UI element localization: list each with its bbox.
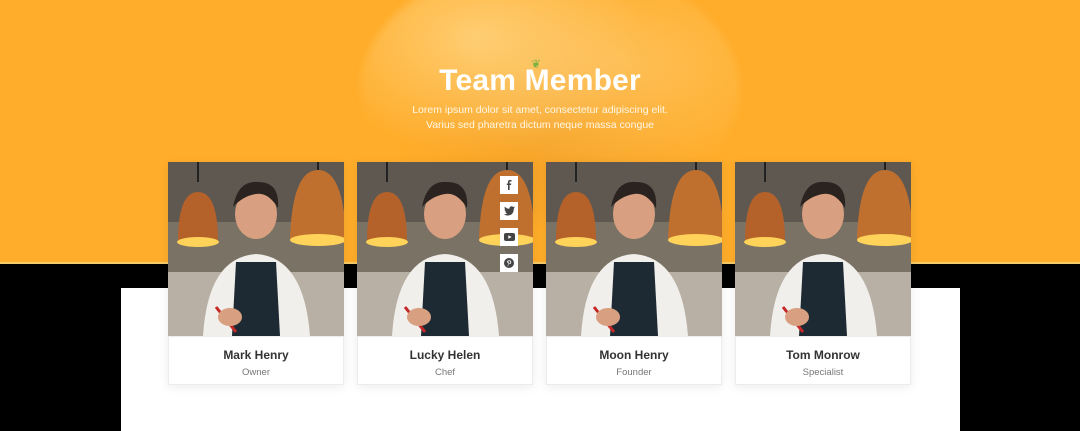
member-photo <box>546 162 722 336</box>
member-name[interactable]: Lucky Helen <box>358 348 532 362</box>
section-title: Team Member <box>439 64 641 97</box>
team-card[interactable]: Lucky Helen Chef <box>357 162 533 385</box>
member-name[interactable]: Tom Monrow <box>736 348 910 362</box>
member-role: Owner <box>242 367 270 378</box>
subtitle-line-1: Lorem ipsum dolor sit amet, consectetur … <box>412 104 668 116</box>
member-photo <box>168 162 344 336</box>
hero-banner: ❦ Team Member Lorem ipsum dolor sit amet… <box>0 0 1080 264</box>
member-info: Moon Henry Founder <box>546 336 722 385</box>
member-name[interactable]: Mark Henry <box>169 348 343 362</box>
member-role: Chef <box>434 367 456 378</box>
youtube-icon[interactable] <box>500 228 518 246</box>
team-card[interactable]: Moon Henry Founder <box>546 162 722 385</box>
member-info: Tom Monrow Specialist <box>735 336 911 385</box>
member-info: Mark Henry Owner <box>168 336 344 385</box>
pinterest-icon[interactable] <box>500 254 518 272</box>
member-role: Specialist <box>802 367 844 378</box>
member-name[interactable]: Moon Henry <box>547 348 721 362</box>
member-photo <box>357 162 533 336</box>
member-info: Lucky Helen Chef <box>357 336 533 385</box>
section-subtitle: Lorem ipsum dolor sit amet, consectetur … <box>0 103 1080 133</box>
twitter-icon[interactable] <box>500 202 518 220</box>
team-card[interactable]: Tom Monrow Specialist <box>735 162 911 385</box>
team-card[interactable]: Mark Henry Owner <box>168 162 344 385</box>
subtitle-line-2: Varius sed pharetra dictum neque massa c… <box>425 119 655 131</box>
facebook-icon[interactable] <box>500 176 518 194</box>
member-role: Founder <box>616 367 652 378</box>
member-photo <box>735 162 911 336</box>
